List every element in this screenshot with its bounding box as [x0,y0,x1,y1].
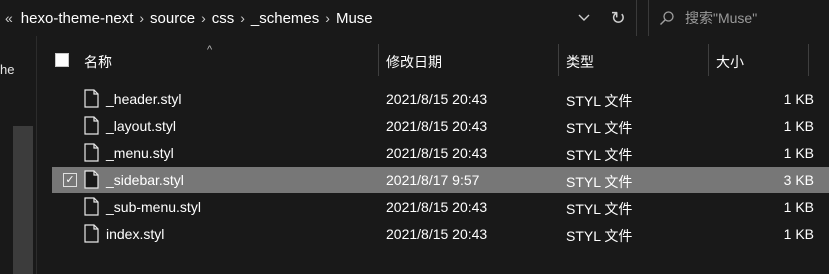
file-size: 1 KB [783,91,814,107]
file-row[interactable]: _sub-menu.styl 2021/8/15 20:43 STYL 文件 1 KB [52,194,829,220]
breadcrumb-chevron-icon[interactable]: › [240,10,245,26]
file-type: STYL 文件 [566,201,633,217]
file-list[interactable]: ^ 名称 修改日期 类型 大小 _header.styl 2021/8/15 20… [37,36,829,274]
file-name[interactable]: _sidebar.styl [106,172,184,188]
row-checkbox-checked[interactable]: ✓ [63,173,77,187]
address-bar[interactable]: « hexo-theme-next › source › css › _sche… [0,0,637,36]
file-row[interactable]: index.styl 2021/8/15 20:43 STYL 文件 1 KB [52,221,829,247]
sort-ascending-icon: ^ [207,44,213,56]
breadcrumb-item-source[interactable]: source [150,10,195,27]
breadcrumb-chevron-icon[interactable]: › [201,10,206,26]
column-divider[interactable] [378,44,379,76]
column-header-date[interactable]: 修改日期 [386,52,442,72]
column-header-name[interactable]: 名称 [84,52,112,72]
file-icon [84,143,99,162]
file-name[interactable]: _layout.styl [106,118,176,134]
file-type: STYL 文件 [566,174,633,190]
file-modified-date: 2021/8/15 20:43 [386,145,488,161]
column-header-row: ^ 名称 修改日期 类型 大小 [37,44,829,76]
file-icon [84,170,99,189]
breadcrumb-item-schemes[interactable]: _schemes [251,10,319,27]
search-input[interactable]: 搜索"Muse" [685,8,757,28]
file-icon [84,116,99,135]
file-name[interactable]: _menu.styl [106,145,174,161]
file-name[interactable]: _header.styl [106,91,182,107]
file-row[interactable]: _header.styl 2021/8/15 20:43 STYL 文件 1 KB [52,86,829,112]
file-modified-date: 2021/8/15 20:43 [386,199,488,215]
file-type: STYL 文件 [566,147,633,163]
file-size: 1 KB [783,145,814,161]
refresh-button[interactable]: ↻ [600,0,636,36]
navigation-scrollbar[interactable] [13,126,33,274]
file-type: STYL 文件 [566,228,633,244]
search-icon [649,10,685,26]
file-row[interactable]: _menu.styl 2021/8/15 20:43 STYL 文件 1 KB [52,140,829,166]
file-row[interactable]: ✓ _sidebar.styl 2021/8/17 9:57 STYL 文件 3 KB [52,167,829,193]
file-name[interactable]: index.styl [106,226,164,242]
breadcrumb: « hexo-theme-next › source › css › _sche… [0,10,568,27]
file-size: 1 KB [783,199,814,215]
file-type: STYL 文件 [566,93,633,109]
file-size: 1 KB [783,118,814,134]
file-modified-date: 2021/8/15 20:43 [386,91,488,107]
column-header-size[interactable]: 大小 [716,52,744,72]
breadcrumb-chevron-icon[interactable]: › [325,10,330,26]
file-icon [84,89,99,108]
file-name[interactable]: _sub-menu.styl [106,199,201,215]
file-modified-date: 2021/8/15 20:43 [386,118,488,134]
file-modified-date: 2021/8/17 9:57 [386,172,480,188]
file-icon [84,224,99,243]
column-divider[interactable] [808,44,809,76]
file-type: STYL 文件 [566,120,633,136]
file-size: 3 KB [783,172,814,188]
column-header-type[interactable]: 类型 [566,52,594,72]
column-divider[interactable] [708,44,709,76]
breadcrumb-overflow-icon[interactable]: « [5,10,13,26]
search-box[interactable]: 搜索"Muse" [648,0,829,36]
address-history-dropdown[interactable] [568,0,600,36]
column-divider[interactable] [558,44,559,76]
file-size: 1 KB [783,226,814,242]
file-row[interactable]: _layout.styl 2021/8/15 20:43 STYL 文件 1 KB [52,113,829,139]
chevron-down-icon [578,14,590,21]
refresh-icon: ↻ [610,7,626,28]
file-icon [84,197,99,216]
navigation-pane[interactable]: he [0,36,37,274]
file-modified-date: 2021/8/15 20:43 [386,226,488,242]
breadcrumb-item-css[interactable]: css [212,10,235,27]
breadcrumb-chevron-icon[interactable]: › [139,10,144,26]
select-all-checkbox[interactable] [55,53,69,67]
breadcrumb-item-hexo-theme-next[interactable]: hexo-theme-next [21,10,134,27]
navigation-item-fragment[interactable]: he [0,62,14,77]
breadcrumb-item-muse[interactable]: Muse [336,10,373,27]
